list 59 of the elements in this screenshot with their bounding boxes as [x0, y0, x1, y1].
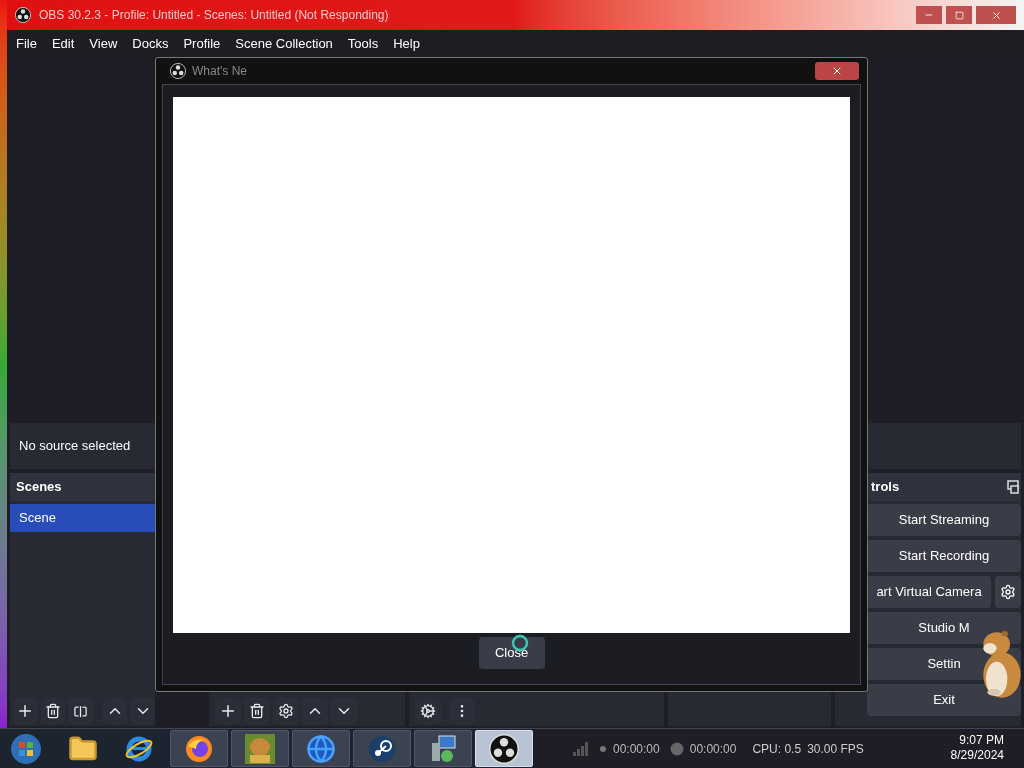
obs-logo-icon	[489, 733, 519, 764]
control-button[interactable]: Studio M	[867, 612, 1021, 644]
control-button[interactable]: art Virtual Camera	[867, 576, 991, 608]
settings-icon	[278, 703, 294, 719]
clock-time: 9:07 PM	[959, 733, 1004, 748]
menu-item[interactable]: Docks	[132, 34, 169, 54]
signal-bars-icon	[573, 741, 589, 756]
obs-logo-icon	[170, 63, 186, 79]
menu-item[interactable]: Tools	[347, 34, 379, 54]
context-label: No source selected	[19, 437, 131, 456]
plus-icon	[219, 702, 237, 720]
add-button[interactable]	[215, 698, 241, 724]
scene-item[interactable]: Scene	[10, 504, 155, 532]
control-button[interactable]: Start Streaming	[867, 504, 1021, 536]
menu-item[interactable]: File	[16, 34, 37, 54]
settings-button[interactable]	[995, 576, 1021, 608]
close-icon	[990, 9, 1002, 21]
trash-icon	[44, 703, 61, 719]
taskbar-button[interactable]	[353, 730, 411, 767]
close-button[interactable]: Close	[478, 636, 545, 669]
record-time: 00:00:00	[689, 740, 737, 758]
obs-logo-icon	[15, 7, 31, 23]
stream-time: 00:00:00	[613, 740, 660, 758]
filter-icon	[73, 703, 89, 719]
close-icon	[831, 65, 843, 77]
menu-item[interactable]: Scene Collection	[235, 34, 333, 54]
dialog-title: What's Ne	[192, 63, 247, 80]
settings-icon	[1000, 584, 1016, 600]
filter-button[interactable]	[68, 698, 93, 724]
move-down-button[interactable]	[331, 698, 357, 724]
delete-button[interactable]	[244, 698, 270, 724]
settings-button[interactable]	[273, 698, 299, 724]
move-up-button[interactable]	[302, 698, 328, 724]
add-button[interactable]	[13, 698, 38, 724]
more-options-button[interactable]	[449, 698, 475, 724]
control-button[interactable]: Start Recording	[867, 540, 1021, 572]
gears-icon	[420, 703, 436, 719]
menu-item[interactable]: Profile	[183, 34, 221, 54]
move-down-button[interactable]	[130, 698, 155, 724]
dock-title: trols	[871, 478, 900, 497]
menu-item[interactable]: Edit	[51, 34, 75, 54]
record-dot-icon	[669, 741, 684, 756]
move-up-button[interactable]	[102, 698, 128, 724]
globe-icon	[306, 733, 336, 764]
taskbar-button[interactable]	[170, 730, 228, 767]
clock-date: 8/29/2024	[950, 748, 1004, 763]
delete-button[interactable]	[40, 698, 66, 724]
menu-item[interactable]: View	[89, 34, 118, 54]
cpu-usage: CPU: 0.5	[752, 740, 802, 758]
dock-title: Scenes	[16, 478, 62, 497]
fox-globe-icon	[184, 733, 214, 764]
stream-dot-icon	[599, 744, 607, 753]
trash-icon	[249, 703, 265, 719]
window-title: OBS 30.2.3 - Profile: Untitled - Scenes: Untitled (Not Responding)	[39, 7, 389, 24]
maximize-icon	[954, 10, 964, 20]
start-orb-icon	[10, 732, 42, 765]
advanced-settings-button[interactable]	[415, 698, 441, 724]
menu-item[interactable]: Help	[393, 34, 420, 54]
fps-readout: 30.00 FPS	[807, 740, 864, 758]
